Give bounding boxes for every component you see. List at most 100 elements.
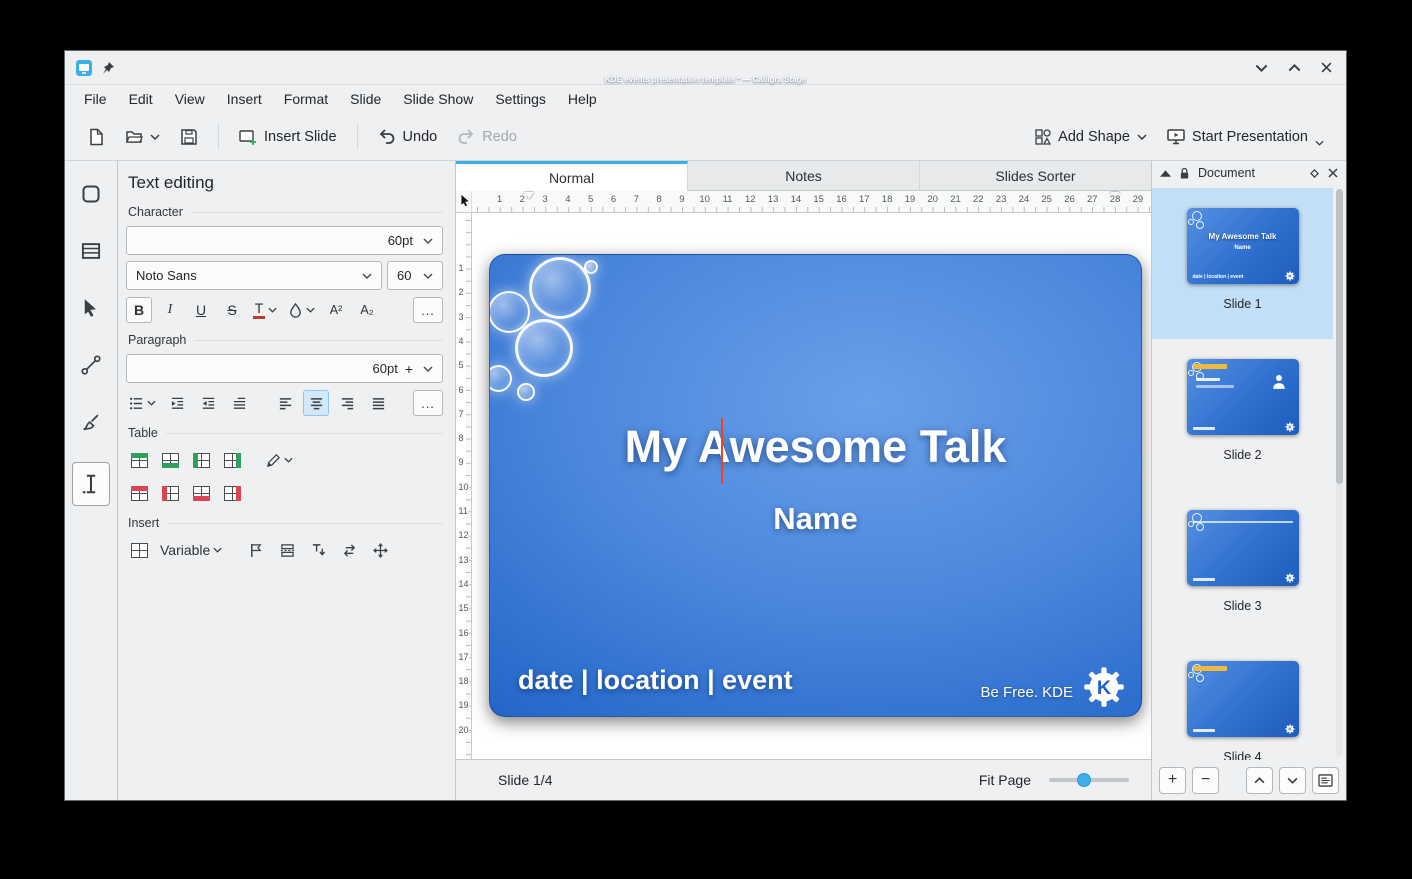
start-presentation-button[interactable]: Start Presentation	[1159, 121, 1332, 153]
menu-item-view[interactable]: View	[164, 85, 216, 113]
tool-text-editing[interactable]	[72, 462, 110, 506]
slide-canvas[interactable]: My Awesome Talk Name date | location | e…	[472, 213, 1151, 759]
slide-thumbnail-4[interactable]: Slide 4	[1152, 641, 1333, 760]
paragraph-more-button[interactable]: ...	[413, 390, 443, 416]
insert-column-right-button[interactable]	[219, 447, 245, 473]
redo-button[interactable]: Redo	[449, 122, 525, 152]
delete-row-button[interactable]	[126, 480, 152, 506]
split-cells-button[interactable]	[219, 480, 245, 506]
horizontal-ruler-scale[interactable]: 1234567891011121314151617181920212223242…	[472, 191, 1151, 212]
tool-shape-edit[interactable]	[72, 177, 110, 211]
undo-icon	[378, 129, 396, 145]
menu-item-format[interactable]: Format	[273, 85, 339, 113]
menu-item-slide[interactable]: Slide	[339, 85, 392, 113]
horizontal-ruler[interactable]: 1234567891011121314151617181920212223242…	[456, 191, 1151, 213]
insert-page-break-button[interactable]	[274, 537, 300, 563]
insert-slide-button[interactable]: Insert Slide	[231, 121, 345, 153]
tab-slides-sorter[interactable]: Slides Sorter	[920, 161, 1151, 191]
strikethrough-button[interactable]: S	[219, 297, 245, 323]
slide-title-text[interactable]: My Awesome Talk	[490, 421, 1141, 473]
character-style-combo[interactable]: 60pt	[126, 226, 443, 255]
align-left-button[interactable]	[272, 390, 298, 416]
add-slide-button[interactable]: +	[1159, 767, 1186, 794]
tab-notes[interactable]: Notes	[688, 161, 920, 191]
menu-item-help[interactable]: Help	[557, 85, 608, 113]
spacing-increase-stepper[interactable]: +	[405, 361, 413, 377]
menu-item-settings[interactable]: Settings	[484, 85, 557, 113]
menu-item-slide-show[interactable]: Slide Show	[392, 85, 484, 113]
list-style-button[interactable]	[126, 390, 159, 416]
slide-thumbnail-1[interactable]: My Awesome TalkNamedate | location | eve…	[1152, 188, 1333, 339]
slide-thumbnail-2[interactable]: Slide 2	[1152, 339, 1333, 490]
open-dropdown-icon[interactable]	[150, 134, 160, 140]
font-size-combo[interactable]: 60	[387, 261, 443, 290]
insert-column-left-button[interactable]	[188, 447, 214, 473]
slide-subtitle-text[interactable]: Name	[490, 501, 1141, 537]
thumbnail-scrollbar[interactable]	[1336, 189, 1343, 756]
undo-button[interactable]: Undo	[370, 122, 446, 152]
tool-selection[interactable]	[72, 291, 110, 325]
bold-button[interactable]: B	[126, 297, 152, 323]
italic-button[interactable]: I	[157, 297, 183, 323]
slide-thumbnail-3[interactable]: Slide 3	[1152, 490, 1333, 641]
lock-icon[interactable]	[1179, 167, 1190, 180]
insert-table-button[interactable]	[126, 537, 152, 563]
tool-stencils[interactable]	[72, 234, 110, 268]
calligra-stage-window: KDE events presentation template * — Cal…	[64, 50, 1347, 801]
align-center-button[interactable]	[303, 390, 329, 416]
collapse-icon[interactable]	[1160, 170, 1171, 177]
scrollbar-handle[interactable]	[1336, 189, 1343, 484]
menu-item-edit[interactable]: Edit	[118, 85, 164, 113]
minimize-button[interactable]	[1255, 64, 1268, 72]
border-pen-button[interactable]	[263, 447, 296, 473]
tool-calligraphy[interactable]	[72, 405, 110, 439]
align-right-button[interactable]	[334, 390, 360, 416]
subscript-button[interactable]: A₂	[354, 297, 380, 323]
move-slide-up-button[interactable]	[1246, 767, 1273, 794]
swap-horizontal-button[interactable]	[336, 537, 362, 563]
highlight-color-button[interactable]	[285, 297, 318, 323]
float-docker-icon[interactable]	[1309, 168, 1320, 179]
save-button[interactable]	[172, 121, 206, 153]
first-line-indent-button[interactable]	[226, 390, 252, 416]
slide-editor[interactable]: My Awesome Talk Name date | location | e…	[489, 254, 1142, 717]
decrease-indent-button[interactable]	[195, 390, 221, 416]
merge-cells-button[interactable]	[188, 480, 214, 506]
maximize-button[interactable]	[1288, 64, 1301, 72]
insert-text-button[interactable]	[305, 537, 331, 563]
insert-bookmark-button[interactable]	[243, 537, 269, 563]
variable-dropdown[interactable]: Variable	[157, 537, 225, 563]
increase-indent-button[interactable]	[164, 390, 190, 416]
font-family-combo[interactable]: Noto Sans	[126, 261, 382, 290]
underline-button[interactable]: U	[188, 297, 214, 323]
tab-normal[interactable]: Normal	[456, 161, 688, 191]
move-slide-down-button[interactable]	[1279, 767, 1306, 794]
add-shape-button[interactable]: Add Shape	[1027, 122, 1155, 152]
paragraph-spacing-combo[interactable]: 60pt +	[126, 354, 443, 383]
zoom-mode-label[interactable]: Fit Page	[979, 772, 1031, 788]
align-justify-button[interactable]	[365, 390, 391, 416]
pin-icon[interactable]	[101, 61, 115, 75]
superscript-button[interactable]: A²	[323, 297, 349, 323]
distribute-button[interactable]	[367, 537, 393, 563]
menu-item-file[interactable]: File	[73, 85, 118, 113]
vertical-ruler-scale[interactable]: 1234567891011121314151617181920	[456, 213, 472, 759]
menu-item-insert[interactable]: Insert	[216, 85, 273, 113]
slides-sorter-button[interactable]	[1312, 767, 1339, 794]
slide-footer-text[interactable]: date | location | event	[518, 665, 793, 696]
delete-column-button[interactable]	[157, 480, 183, 506]
insert-row-below-button[interactable]	[157, 447, 183, 473]
insert-row-above-button[interactable]	[126, 447, 152, 473]
character-more-button[interactable]: ...	[413, 297, 443, 323]
ruler-number: 14	[459, 579, 469, 589]
delete-slide-button[interactable]: −	[1192, 767, 1219, 794]
zoom-slider-handle[interactable]	[1077, 773, 1091, 787]
new-document-button[interactable]	[79, 121, 113, 153]
close-button[interactable]	[1321, 62, 1332, 73]
tool-connection[interactable]	[72, 348, 110, 382]
text-color-button[interactable]: T	[250, 297, 280, 323]
close-docker-icon[interactable]	[1328, 168, 1338, 178]
zoom-slider[interactable]	[1049, 778, 1129, 782]
titlebar[interactable]: KDE events presentation template * — Cal…	[65, 51, 1346, 85]
open-document-button[interactable]	[117, 121, 168, 153]
